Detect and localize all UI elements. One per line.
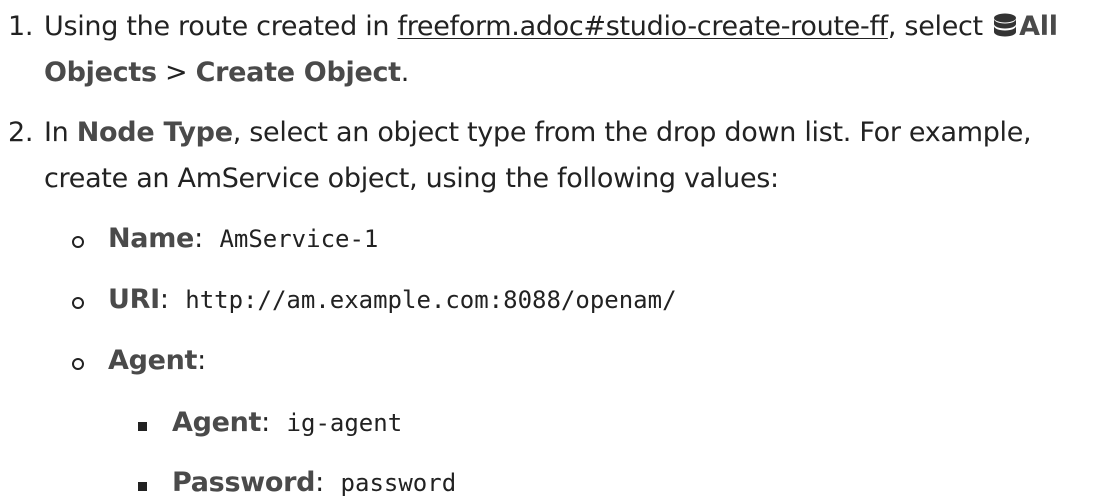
create-object-label: Create Object: [195, 57, 401, 88]
route-link[interactable]: freeform.adoc#studio-create-route-ff: [398, 11, 889, 42]
step-2-number-line: 2.: [8, 116, 33, 150]
list-item-uri: URI: http://am.example.com:8088/openam/: [108, 284, 677, 315]
step-1-text-line-2: Objects > Create Object.: [44, 57, 410, 88]
step-2-text-line-1: In Node Type, select an object type from…: [44, 117, 1032, 148]
database-icon: [993, 13, 1017, 48]
square-bullet: [138, 482, 147, 491]
menu-separator: >: [156, 57, 196, 88]
document: 1. Using the route created in freeform.a…: [0, 0, 1098, 499]
square-bullet: [138, 422, 147, 431]
circle-bullet: [72, 297, 84, 309]
step-number: 2.: [8, 117, 34, 148]
list-item-agent-name: Agent: ig-agent: [172, 407, 403, 438]
all-objects-label-part1: All: [1019, 11, 1058, 42]
step-1-text: Using the route created in: [44, 11, 398, 42]
step-1-text-line-1: Using the route created in freeform.adoc…: [44, 10, 1058, 48]
password-value: password: [340, 469, 457, 497]
step-1-line-1: 1.: [8, 10, 33, 44]
list-item-agent: Agent:: [108, 345, 206, 376]
circle-bullet: [72, 358, 84, 370]
list-item-password: Password: password: [172, 467, 457, 498]
step-number: 1.: [8, 11, 34, 42]
step-2-text-line-2: create an AmService object, using the fo…: [44, 163, 779, 194]
uri-value: http://am.example.com:8088/openam/: [185, 286, 677, 314]
name-value: AmService-1: [219, 225, 379, 253]
all-objects-label-part2: Objects: [44, 57, 157, 88]
node-type-label: Node Type: [76, 117, 233, 148]
agent-value: ig-agent: [286, 409, 403, 437]
circle-bullet: [72, 236, 84, 248]
list-item-name: Name: AmService-1: [108, 223, 379, 254]
